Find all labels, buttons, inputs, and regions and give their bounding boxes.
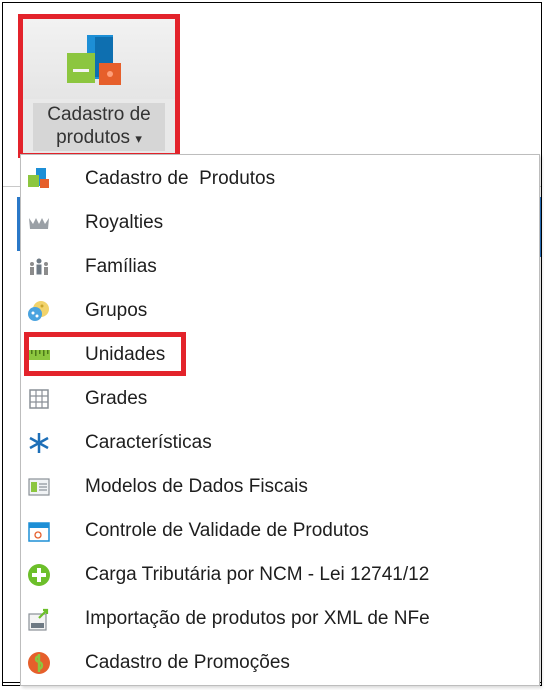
menu-item-familias[interactable]: Famílias	[21, 245, 539, 289]
group-dots-icon	[28, 301, 49, 321]
menu-item-grades[interactable]: Grades	[21, 377, 539, 421]
menu-item-label: Grupos	[85, 300, 148, 321]
ribbon-button-label: Cadastro de produtos ▾	[33, 103, 165, 151]
product-box-icon	[28, 168, 49, 188]
ribbon-button-label-line2: produtos ▾	[33, 126, 165, 150]
menu-item-label: Famílias	[85, 256, 157, 277]
menu-item-label: Importação de produtos por XML de NFe	[85, 608, 430, 629]
chevron-down-icon: ▾	[135, 131, 142, 146]
product-box-icon	[67, 35, 121, 85]
menu-item-grupos[interactable]: Grupos	[21, 289, 539, 333]
menu-item-label: Cadastro de Produtos	[85, 168, 276, 189]
menu-item-label: Carga Tributária por NCM - Lei 12741/12	[85, 564, 430, 585]
menu-item-modelos-fiscais[interactable]: Modelos de Dados Fiscais	[21, 465, 539, 509]
menu-item-caracteristicas[interactable]: Características	[21, 421, 539, 465]
menu-item-cadastro-produtos[interactable]: Cadastro de Produtos	[21, 157, 539, 201]
fiscal-card-icon	[28, 478, 50, 496]
menu-item-cadastro-promocoes[interactable]: Cadastro de Promoções	[21, 641, 539, 685]
grid-icon	[29, 389, 49, 409]
menu-item-royalties[interactable]: Royalties	[21, 201, 539, 245]
unidades-highlight-box	[24, 332, 186, 376]
menu-item-controle-validade[interactable]: Controle de Validade de Produtos	[21, 509, 539, 553]
xml-import-icon	[28, 608, 49, 631]
menu-item-carga-tributaria[interactable]: Carga Tributária por NCM - Lei 12741/12	[21, 553, 539, 597]
cadastro-produtos-ribbon-button[interactable]: Cadastro de produtos ▾	[18, 14, 180, 158]
menu-item-label: Características	[85, 432, 212, 453]
people-group-icon	[30, 258, 48, 275]
menu-item-importacao-xml[interactable]: Importação de produtos por XML de NFe	[21, 597, 539, 641]
menu-item-label: Grades	[85, 388, 148, 409]
dropdown-menu: Cadastro de Produtos Royalties Famílias …	[20, 154, 540, 686]
ribbon-button-label-text: produtos	[56, 127, 131, 148]
plus-circle-icon	[28, 564, 50, 586]
asterisk-icon	[29, 433, 49, 453]
menu-item-label: Cadastro de Promoções	[85, 652, 290, 673]
ribbon-button-icon-area	[23, 19, 175, 99]
ribbon-button-label-line1: Cadastro de	[47, 104, 151, 125]
crown-icon	[29, 218, 49, 229]
promo-dollar-icon	[28, 652, 50, 674]
menu-item-label: Royalties	[85, 212, 164, 233]
menu-item-label: Controle de Validade de Produtos	[85, 520, 369, 541]
calendar-icon	[28, 522, 50, 542]
menu-item-label: Modelos de Dados Fiscais	[85, 476, 308, 497]
